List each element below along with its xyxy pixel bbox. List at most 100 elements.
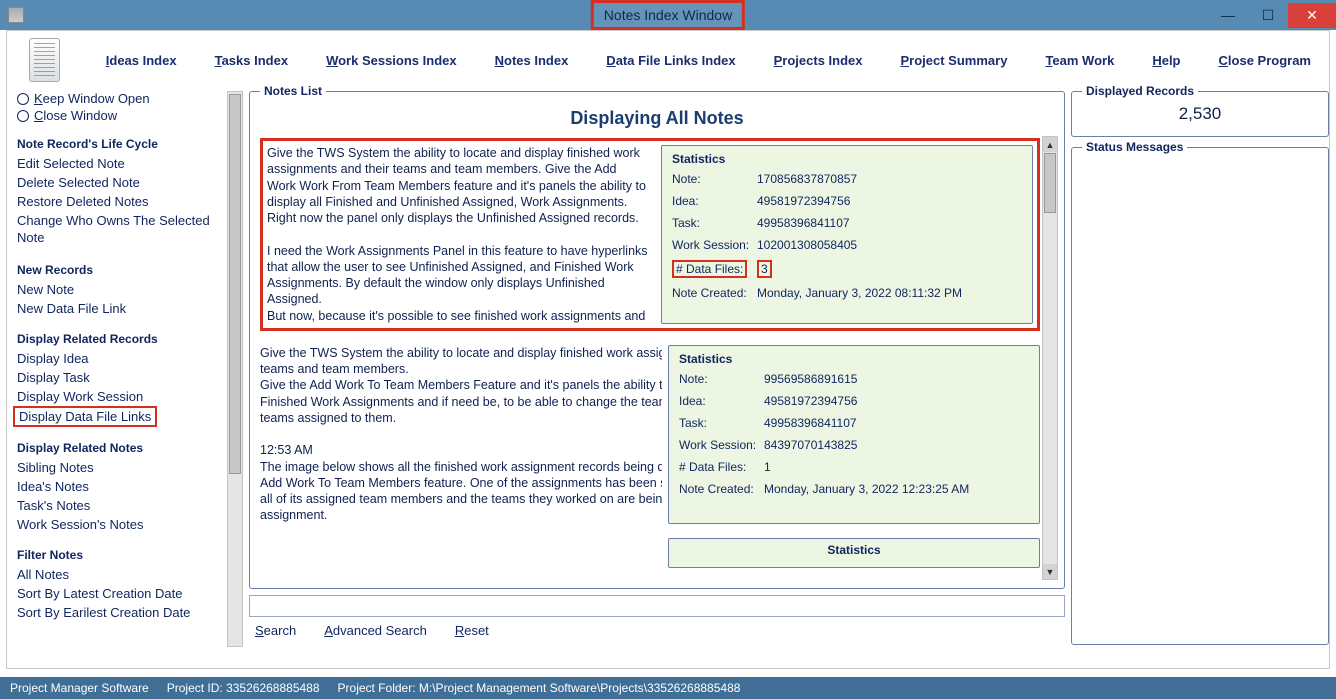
- link-delete-note[interactable]: Delete Selected Note: [17, 173, 219, 192]
- search-input-wrap: [249, 595, 1065, 617]
- value-created: Monday, January 3, 2022 08:11:32 PM: [757, 286, 1022, 300]
- window-title-wrap: Notes Index Window: [591, 0, 745, 30]
- radio-icon: [17, 110, 29, 122]
- link-ideas-notes[interactable]: Idea's Notes: [17, 477, 219, 496]
- link-display-idea[interactable]: Display Idea: [17, 349, 219, 368]
- main-area: Keep Window Open Close Window Note Recor…: [7, 89, 1329, 668]
- notes-scroll-area: Give the TWS System the ability to locat…: [260, 138, 1040, 580]
- link-work-session-notes[interactable]: Work Session's Notes: [17, 515, 219, 534]
- footer-project-id: Project ID: 33526268885488: [167, 681, 320, 695]
- client-area: IIdeas Indexdeas Index Tasks Index Work …: [6, 30, 1330, 669]
- label-work-session: Work Session:: [679, 438, 764, 452]
- note-text: [260, 538, 662, 568]
- reset-link[interactable]: Reset: [455, 623, 489, 638]
- link-tasks-notes[interactable]: Task's Notes: [17, 496, 219, 515]
- menu-projects[interactable]: Projects Index: [774, 53, 863, 68]
- menu-tasks[interactable]: Tasks Index: [215, 53, 288, 68]
- heading-filter-notes: Filter Notes: [17, 548, 219, 562]
- link-restore-notes[interactable]: Restore Deleted Notes: [17, 192, 219, 211]
- link-display-data-file-links[interactable]: Display Data File Links: [13, 406, 157, 427]
- value-idea: 49581972394756: [757, 194, 1022, 208]
- value-task: 49958396841107: [764, 416, 1029, 430]
- notes-list-panel: Notes List Displaying All Notes ▲ ▼ Give…: [249, 91, 1065, 589]
- link-display-task[interactable]: Display Task: [17, 368, 219, 387]
- link-new-note[interactable]: New Note: [17, 280, 219, 299]
- note-row[interactable]: Give the TWS System the ability to locat…: [260, 345, 1040, 524]
- sidebar: Keep Window Open Close Window Note Recor…: [7, 89, 227, 668]
- link-sort-earliest[interactable]: Sort By Earilest Creation Date: [17, 603, 219, 622]
- close-button[interactable]: ✕: [1288, 3, 1336, 28]
- advanced-search-link[interactable]: Advanced Search: [324, 623, 427, 638]
- scrollbar-thumb[interactable]: [1044, 153, 1056, 213]
- label-idea: Idea:: [679, 394, 764, 408]
- search-links: Search Advanced Search Reset: [249, 623, 1065, 638]
- link-all-notes[interactable]: All Notes: [17, 565, 219, 584]
- maximize-button[interactable]: ☐: [1248, 3, 1288, 28]
- statistics-box: Statistics Note:99569586891615 Idea:4958…: [668, 345, 1040, 524]
- note-text: Give the TWS System the ability to locat…: [260, 345, 662, 524]
- search-input[interactable]: [249, 595, 1065, 617]
- label-task: Task:: [679, 416, 764, 430]
- value-work-session: 84397070143825: [764, 438, 1029, 452]
- link-display-work-session[interactable]: Display Work Session: [17, 387, 219, 406]
- label-work-session: Work Session:: [672, 238, 757, 252]
- notes-list-title: Notes List: [260, 84, 326, 98]
- menubar: IIdeas Indexdeas Index Tasks Index Work …: [7, 31, 1329, 89]
- app-small-icon: [8, 7, 24, 23]
- menu-team-work[interactable]: Team Work: [1045, 53, 1114, 68]
- radio-icon: [17, 93, 29, 105]
- menu-data-file-links[interactable]: Data File Links Index: [606, 53, 735, 68]
- scroll-up-icon[interactable]: ▲: [1043, 137, 1057, 152]
- value-work-session: 102001308058405: [757, 238, 1022, 252]
- displayed-records-value: 2,530: [1080, 104, 1320, 124]
- heading-related-notes: Display Related Notes: [17, 441, 219, 455]
- search-link[interactable]: Search: [255, 623, 296, 638]
- displayed-records-panel: Displayed Records 2,530: [1071, 91, 1329, 137]
- heading-life-cycle: Note Record's Life Cycle: [17, 137, 219, 151]
- titlebar: Notes Index Window — ☐ ✕: [0, 0, 1336, 30]
- note-row[interactable]: Statistics: [260, 538, 1040, 568]
- menu-help[interactable]: Help: [1152, 53, 1180, 68]
- scroll-down-icon[interactable]: ▼: [1043, 564, 1057, 579]
- center-column: Notes List Displaying All Notes ▲ ▼ Give…: [249, 89, 1071, 668]
- note-text: Give the TWS System the ability to locat…: [267, 145, 655, 324]
- menu-project-summary[interactable]: Project Summary: [901, 53, 1008, 68]
- window-title: Notes Index Window: [591, 0, 745, 30]
- heading-related-records: Display Related Records: [17, 332, 219, 346]
- app-icon: [29, 38, 60, 82]
- sidebar-scrollbar[interactable]: [227, 91, 243, 647]
- footer-project-folder: Project Folder: M:\Project Management So…: [338, 681, 741, 695]
- right-column: Displayed Records 2,530 Status Messages: [1071, 89, 1329, 668]
- status-messages-title: Status Messages: [1082, 140, 1187, 154]
- menu-items: IIdeas Indexdeas Index Tasks Index Work …: [106, 53, 1311, 68]
- statistics-box: Statistics Note:170856837870857 Idea:495…: [661, 145, 1033, 324]
- link-edit-note[interactable]: Edit Selected Note: [17, 154, 219, 173]
- note-row-highlighted[interactable]: Give the TWS System the ability to locat…: [260, 138, 1040, 331]
- label-note: Note:: [672, 172, 757, 186]
- link-sort-latest[interactable]: Sort By Latest Creation Date: [17, 584, 219, 603]
- menu-ideas[interactable]: IIdeas Indexdeas Index: [106, 53, 177, 68]
- menu-notes[interactable]: Notes Index: [495, 53, 569, 68]
- close-window-radio[interactable]: Close Window: [17, 108, 219, 123]
- minimize-button[interactable]: —: [1208, 3, 1248, 28]
- value-note: 99569586891615: [764, 372, 1029, 386]
- value-note: 170856837870857: [757, 172, 1022, 186]
- notes-scrollbar[interactable]: ▲ ▼: [1042, 136, 1058, 580]
- link-new-dfl[interactable]: New Data File Link: [17, 299, 219, 318]
- status-bar: Project Manager Software Project ID: 335…: [0, 677, 1336, 699]
- link-change-owner[interactable]: Change Who Owns The Selected Note: [17, 211, 219, 249]
- keep-window-open-radio[interactable]: Keep Window Open: [17, 91, 219, 106]
- value-task: 49958396841107: [757, 216, 1022, 230]
- footer-app-name: Project Manager Software: [10, 681, 149, 695]
- menu-close-program[interactable]: Close Program: [1219, 53, 1311, 68]
- window-controls: — ☐ ✕: [1208, 3, 1336, 28]
- value-data-files: 1: [764, 460, 1029, 474]
- scrollbar-thumb[interactable]: [229, 94, 241, 474]
- label-data-files: # Data Files:: [679, 460, 764, 474]
- label-created: Note Created:: [679, 482, 764, 496]
- statistics-title: Statistics: [679, 352, 1029, 366]
- menu-work-sessions[interactable]: Work Sessions Index: [326, 53, 457, 68]
- link-sibling-notes[interactable]: Sibling Notes: [17, 458, 219, 477]
- label-data-files: # Data Files:: [672, 260, 757, 278]
- label-created: Note Created:: [672, 286, 757, 300]
